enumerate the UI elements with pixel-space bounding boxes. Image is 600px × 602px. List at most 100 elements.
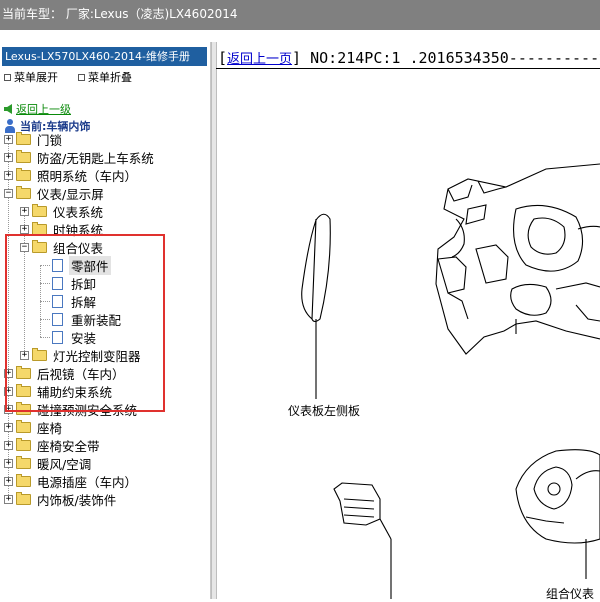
folder-icon bbox=[16, 455, 31, 469]
collapse-toggle-icon[interactable]: − bbox=[20, 242, 29, 252]
tree-node-label: 拆卸 bbox=[71, 276, 97, 292]
folder-icon bbox=[16, 383, 31, 397]
expand-menu-button[interactable]: 菜单展开 bbox=[4, 69, 58, 85]
collapse-menu-label: 菜单折叠 bbox=[88, 71, 132, 84]
tree-node-label: 组合仪表 bbox=[53, 240, 104, 256]
tree-node[interactable]: + 座椅 bbox=[4, 418, 64, 436]
manual-title: Lexus-LX570LX460-2014-维修手册 bbox=[2, 47, 207, 66]
back-arrow-icon bbox=[4, 104, 12, 114]
tree-connector-line bbox=[40, 283, 50, 284]
tree-node-label: 后视镜（车内） bbox=[37, 366, 125, 382]
bracket-open: [ bbox=[218, 49, 228, 67]
instrument-panel-assembly bbox=[435, 163, 600, 355]
expand-toggle-icon[interactable]: + bbox=[20, 206, 29, 216]
collapse-icon bbox=[78, 73, 85, 81]
tree-node[interactable]: + 灯光控制变阻器 bbox=[20, 346, 143, 364]
expand-toggle-icon[interactable]: + bbox=[4, 440, 13, 450]
document-info: NO:214PC:1 .2016534350----------vi bbox=[301, 49, 600, 67]
tree-node[interactable]: + 防盗/无钥匙上车系统 bbox=[4, 148, 156, 166]
tree-node[interactable]: + 照明系统（车内） bbox=[4, 166, 139, 184]
tree-node-label: 仪表/显示屏 bbox=[37, 186, 104, 202]
collapse-menu-button[interactable]: 菜单折叠 bbox=[78, 69, 132, 85]
expand-toggle-icon[interactable]: + bbox=[4, 458, 13, 468]
tree-node-label: 暖风/空调 bbox=[37, 456, 92, 472]
tree-node[interactable]: 拆卸 bbox=[50, 274, 98, 292]
folder-icon bbox=[16, 419, 31, 433]
tree-node-label: 座椅安全带 bbox=[37, 438, 100, 454]
tree-node-label: 时钟系统 bbox=[53, 222, 104, 238]
tree-node[interactable]: + 电源插座（车内） bbox=[4, 472, 139, 490]
tree-node-label: 安装 bbox=[71, 330, 97, 346]
folder-icon bbox=[16, 149, 31, 163]
tree-node[interactable]: + 内饰板/装饰件 bbox=[4, 490, 118, 508]
expand-icon bbox=[4, 73, 11, 81]
tree-node[interactable]: + 暖风/空调 bbox=[4, 454, 93, 472]
folder-icon bbox=[16, 401, 31, 415]
expand-toggle-icon[interactable]: + bbox=[4, 404, 13, 414]
back-to-previous-page-link[interactable]: 返回上一页 bbox=[227, 52, 292, 67]
window-title-bar: 当前车型： 厂家:Lexus（凌志)LX4602014 bbox=[0, 0, 600, 30]
folder-icon bbox=[16, 473, 31, 487]
tree-connector-line bbox=[40, 337, 50, 338]
folder-icon bbox=[16, 491, 31, 505]
expand-toggle-icon[interactable]: + bbox=[4, 494, 13, 504]
tree-node-label: 零部件 bbox=[69, 255, 111, 275]
expand-toggle-icon[interactable]: + bbox=[4, 134, 13, 144]
expand-toggle-icon[interactable]: + bbox=[4, 386, 13, 396]
expand-toggle-icon[interactable]: + bbox=[4, 476, 13, 486]
tree-node[interactable]: + 仪表系统 bbox=[20, 202, 105, 220]
tree-node[interactable]: 拆解 bbox=[50, 292, 98, 310]
tree-node-label: 内饰板/装饰件 bbox=[37, 492, 117, 508]
tree-node[interactable]: + 辅助约束系统 bbox=[4, 382, 114, 400]
folder-icon bbox=[16, 437, 31, 451]
window-title: 当前车型： 厂家:Lexus（凌志)LX4602014 bbox=[2, 7, 238, 21]
document-icon bbox=[52, 276, 63, 290]
collapse-toggle-icon[interactable]: − bbox=[4, 188, 13, 198]
parts-diagram: 仪表板左侧板 组合仪表 bbox=[216, 69, 600, 601]
expand-menu-label: 菜单展开 bbox=[14, 71, 58, 84]
sidebar: Lexus-LX570LX460-2014-维修手册 菜单展开 菜单折叠 返回上… bbox=[0, 42, 211, 599]
parts-illustration bbox=[301, 163, 600, 599]
expand-toggle-icon[interactable]: + bbox=[20, 224, 29, 234]
tree-node-label: 照明系统（车内） bbox=[37, 168, 138, 184]
tree-node-label: 重新装配 bbox=[71, 312, 122, 328]
tree-node-label: 辅助约束系统 bbox=[37, 384, 113, 400]
tree-node[interactable]: 重新装配 bbox=[50, 310, 123, 328]
tree-connector-line bbox=[40, 265, 50, 266]
tree-node[interactable]: + 后视镜（车内） bbox=[4, 364, 127, 382]
tree-node-label: 门锁 bbox=[37, 132, 63, 148]
tree-node[interactable]: + 时钟系统 bbox=[20, 220, 105, 238]
back-to-parent-link[interactable]: 返回上一级 bbox=[4, 101, 71, 117]
document-icon bbox=[52, 312, 63, 326]
back-to-parent-label: 返回上一级 bbox=[16, 103, 71, 116]
tree-node[interactable]: + 碰撞预测安全系统 bbox=[4, 400, 139, 418]
document-icon bbox=[52, 330, 63, 344]
folder-icon bbox=[32, 347, 47, 361]
tree-node[interactable]: − 组合仪表 bbox=[20, 238, 105, 256]
expand-toggle-icon[interactable]: + bbox=[4, 368, 13, 378]
tree-node-label: 防盗/无钥匙上车系统 bbox=[37, 150, 154, 166]
document-icon bbox=[52, 294, 63, 308]
tree-node[interactable]: + 座椅安全带 bbox=[4, 436, 102, 454]
folder-icon bbox=[16, 185, 31, 199]
folder-icon bbox=[32, 203, 47, 217]
tree-node[interactable]: + 门锁 bbox=[4, 130, 64, 148]
folder-icon bbox=[32, 239, 47, 253]
tree-connector-line bbox=[40, 265, 41, 337]
tree-connector-line bbox=[40, 301, 50, 302]
tree-node-label: 电源插座（车内） bbox=[37, 474, 138, 490]
folder-icon bbox=[16, 365, 31, 379]
tree-node[interactable]: 安装 bbox=[50, 328, 98, 346]
tree-node-label: 拆解 bbox=[71, 294, 97, 310]
tree-node[interactable]: 零部件 bbox=[50, 255, 111, 275]
expand-toggle-icon[interactable]: + bbox=[20, 350, 29, 360]
expand-toggle-icon[interactable]: + bbox=[4, 422, 13, 432]
combination-meter-part bbox=[515, 449, 600, 544]
folder-icon bbox=[32, 221, 47, 235]
expand-toggle-icon[interactable]: + bbox=[4, 170, 13, 180]
tree-node[interactable]: − 仪表/显示屏 bbox=[4, 184, 106, 202]
air-vent-part bbox=[333, 482, 381, 526]
left-panel-caption: 仪表板左侧板 bbox=[288, 404, 361, 418]
document-icon bbox=[52, 258, 63, 272]
expand-toggle-icon[interactable]: + bbox=[4, 152, 13, 162]
